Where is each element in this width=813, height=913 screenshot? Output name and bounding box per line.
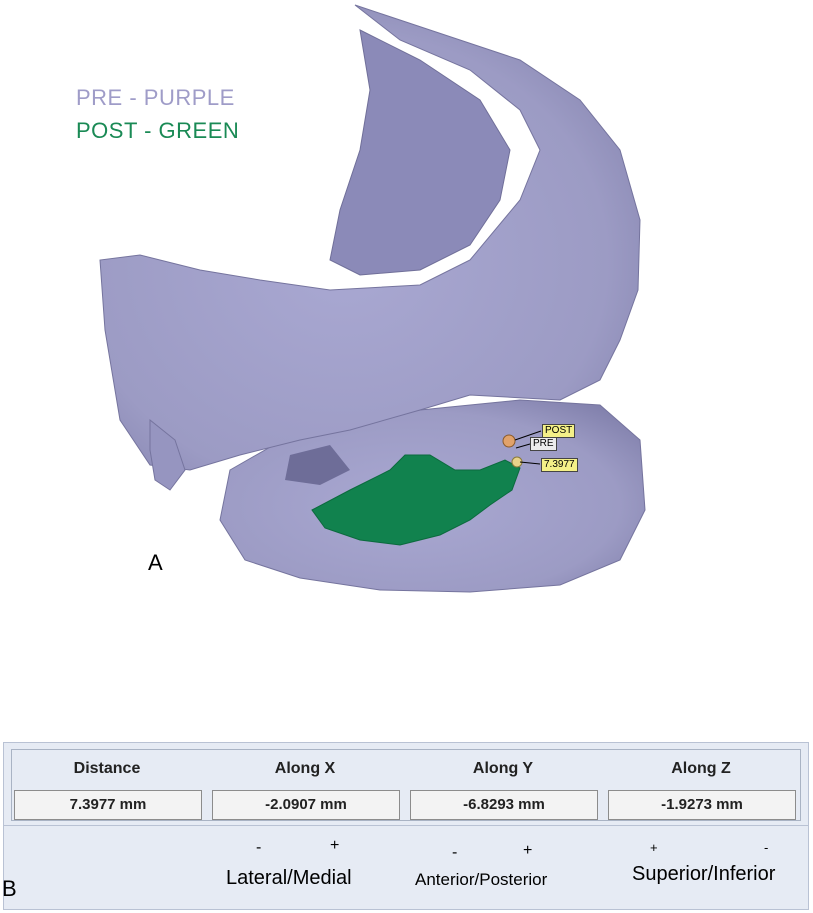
along-z-header: Along Z [671, 760, 731, 777]
measurement-panel: Distance Along X Along Y Along Z 7.3977 … [3, 742, 809, 910]
along-y-field[interactable]: -6.8293 mm [410, 790, 598, 820]
figure-a-panel: PRE - PURPLE POST - GREEN POST PRE 7.397… [0, 0, 813, 640]
legend-pre: PRE - PURPLE [76, 85, 235, 110]
distance-header: Distance [73, 760, 141, 777]
z-neg-sign: - [764, 840, 769, 855]
distance-field[interactable]: 7.3977 mm [14, 790, 202, 820]
y-neg-sign: - [452, 844, 458, 861]
along-y-header: Along Y [472, 760, 534, 777]
y-pos-sign: + [523, 842, 533, 859]
panel-divider [4, 825, 808, 826]
post-marker [502, 434, 516, 448]
anterior-posterior-label: Anterior/Posterior [415, 870, 548, 889]
along-z-field[interactable]: -1.9273 mm [608, 790, 796, 820]
panel-label-b: B [2, 876, 17, 901]
along-x-header: Along X [274, 760, 336, 777]
callout-distance: 7.3977 [541, 458, 578, 472]
along-x-field[interactable]: -2.0907 mm [212, 790, 400, 820]
legend-post: POST - GREEN [76, 118, 240, 143]
superior-inferior-label: Superior/Inferior [632, 863, 776, 885]
x-neg-sign: - [256, 839, 262, 856]
measurement-group: Distance Along X Along Y Along Z 7.3977 … [11, 749, 801, 821]
callout-post: POST [542, 424, 576, 438]
callout-pre: PRE [530, 437, 557, 451]
lateral-medial-label: Lateral/Medial [226, 867, 352, 889]
x-pos-sign: + [330, 837, 340, 854]
z-pos-sign: + [650, 840, 658, 855]
panel-label-a: A [148, 550, 163, 575]
